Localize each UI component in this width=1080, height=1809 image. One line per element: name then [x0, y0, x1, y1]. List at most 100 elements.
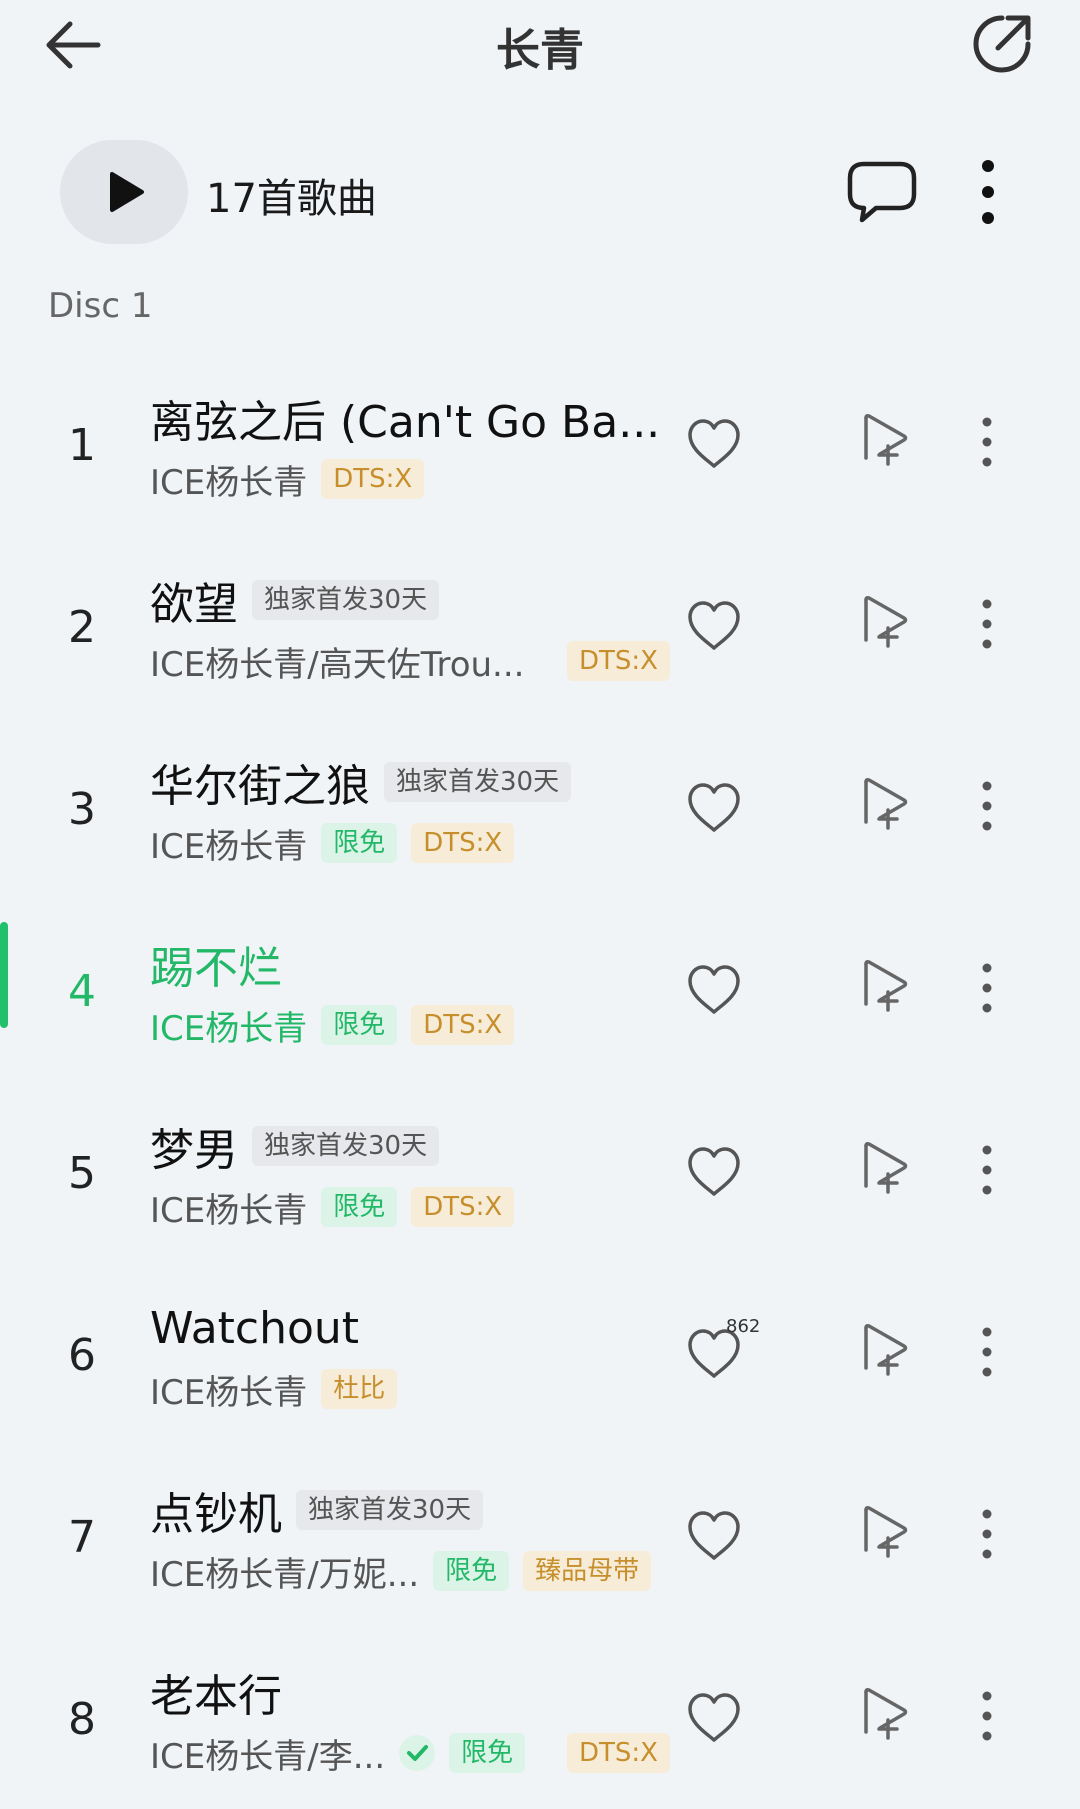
song-more-button[interactable] — [972, 1140, 1002, 1200]
free-badge: 限免 — [321, 1187, 398, 1227]
more-vertical-icon — [982, 781, 992, 831]
add-to-playlist-button[interactable] — [858, 776, 910, 832]
song-more-button[interactable] — [972, 412, 1002, 472]
dolby-badge: 杜比 — [321, 1369, 398, 1409]
add-to-playlist-button[interactable] — [858, 412, 910, 468]
back-button[interactable] — [40, 10, 110, 80]
song-artist: ICE杨长青 — [150, 462, 308, 503]
song-title-line: Watchout — [150, 1300, 359, 1356]
song-more-button[interactable] — [972, 1504, 1002, 1564]
song-more-button[interactable] — [972, 1686, 1002, 1746]
song-title-line: 欲望 独家首发30天 — [150, 572, 440, 630]
like-button[interactable] — [684, 780, 744, 836]
check-icon — [399, 1735, 436, 1771]
exclusive-badge: 独家首发30天 — [252, 1126, 440, 1166]
add-to-playlist-icon — [864, 1324, 908, 1376]
share-button[interactable] — [968, 8, 1038, 78]
add-to-playlist-icon — [864, 1688, 908, 1740]
song-row[interactable]: 2 欲望 独家首发30天 ICE杨长青/高天佐Trou... DTS:X — [0, 534, 1080, 716]
song-more-button[interactable] — [972, 1322, 1002, 1382]
add-to-playlist-button[interactable] — [858, 1140, 910, 1196]
add-to-playlist-button[interactable] — [858, 1504, 910, 1560]
song-subtitle-line: ICE杨长青 限免 DTS:X — [150, 1184, 670, 1231]
song-subtitle-line: ICE杨长青 DTS:X — [150, 456, 670, 503]
more-vertical-icon — [982, 599, 992, 649]
track-number: 5 — [68, 1148, 96, 1199]
song-row[interactable]: 8 老本行 ICE杨长青/李... 限免 DTS:X — [0, 1626, 1080, 1808]
track-number: 2 — [68, 602, 96, 653]
heart-outline-icon — [688, 419, 740, 468]
dts-badge: DTS:X — [321, 459, 425, 499]
play-all-button[interactable] — [60, 140, 188, 244]
like-button[interactable] — [684, 1508, 744, 1564]
master-badge: 臻品母带 — [523, 1551, 652, 1591]
add-to-playlist-button[interactable] — [858, 958, 910, 1014]
like-button[interactable] — [684, 1144, 744, 1200]
heart-outline-icon — [688, 1147, 740, 1196]
add-to-playlist-icon — [864, 960, 908, 1012]
add-to-playlist-button[interactable] — [858, 594, 910, 650]
song-more-button[interactable] — [972, 594, 1002, 654]
track-number: 3 — [68, 784, 96, 835]
dts-badge: DTS:X — [411, 823, 515, 863]
add-to-playlist-icon — [864, 1506, 908, 1558]
song-title: 华尔街之狼 — [150, 761, 370, 812]
exclusive-badge: 独家首发30天 — [384, 762, 572, 802]
song-row[interactable]: 4 踢不烂 ICE杨长青 限免 DTS:X — [0, 898, 1080, 1080]
free-badge: 限免 — [449, 1733, 526, 1773]
like-button[interactable] — [684, 962, 744, 1018]
song-title-line: 踢不烂 — [150, 936, 282, 994]
like-count: 862 — [726, 1316, 761, 1337]
song-artist: ICE杨长青/李... — [150, 1736, 386, 1777]
song-row[interactable]: 7 点钞机 独家首发30天 ICE杨长青/万妮... 限免 臻品母带 — [0, 1444, 1080, 1626]
song-artist: ICE杨长青 — [150, 1372, 308, 1413]
exclusive-badge: 独家首发30天 — [296, 1490, 484, 1530]
song-title-line: 华尔街之狼 独家首发30天 — [150, 754, 572, 812]
song-more-button[interactable] — [972, 776, 1002, 836]
song-title: 点钞机 — [150, 1489, 282, 1540]
disc-label: Disc 1 — [48, 286, 153, 326]
add-to-playlist-button[interactable] — [858, 1686, 910, 1742]
song-artist: ICE杨长青 — [150, 1190, 308, 1231]
like-button[interactable] — [684, 598, 744, 654]
more-vertical-icon — [982, 1327, 992, 1377]
add-to-playlist-icon — [864, 414, 908, 466]
heart-outline-icon — [688, 783, 740, 832]
more-vertical-icon — [982, 963, 992, 1013]
top-bar: 长青 — [0, 0, 1080, 90]
song-count: 17首歌曲 — [206, 176, 377, 222]
song-artist: ICE杨长青 — [150, 826, 308, 867]
song-subtitle-line: ICE杨长青 限免 DTS:X — [150, 1002, 670, 1049]
song-title: 踢不烂 — [150, 943, 282, 994]
add-to-playlist-button[interactable] — [858, 1322, 910, 1378]
track-number: 4 — [68, 966, 96, 1017]
song-row[interactable]: 5 梦男 独家首发30天 ICE杨长青 限免 DTS:X — [0, 1080, 1080, 1262]
like-button[interactable] — [684, 1690, 744, 1746]
more-options-button[interactable] — [956, 156, 1020, 228]
song-artist: ICE杨长青/万妮... — [150, 1554, 420, 1595]
more-vertical-icon — [982, 1509, 992, 1559]
song-row[interactable]: 1 离弦之后 (Can't Go Ba... ICE杨长青 DTS:X — [0, 352, 1080, 534]
heart-outline-icon — [688, 601, 740, 650]
song-row[interactable]: 3 华尔街之狼 独家首发30天 ICE杨长青 限免 DTS:X — [0, 716, 1080, 898]
song-artist: ICE杨长青 — [150, 1008, 308, 1049]
like-button[interactable] — [684, 416, 744, 472]
add-to-playlist-icon — [864, 596, 908, 648]
song-subtitle-line: ICE杨长青/高天佐Trou... DTS:X — [150, 638, 670, 685]
track-number: 8 — [68, 1694, 96, 1745]
add-to-playlist-icon — [864, 1142, 908, 1194]
song-title: 梦男 — [150, 1125, 238, 1176]
song-title-line: 点钞机 独家首发30天 — [150, 1482, 484, 1540]
song-title: 离弦之后 (Can't Go Ba... — [150, 397, 661, 448]
track-number: 1 — [68, 420, 96, 471]
comment-button[interactable] — [846, 156, 918, 228]
song-more-button[interactable] — [972, 958, 1002, 1018]
more-vertical-icon — [982, 417, 992, 467]
play-all-bar: 17首歌曲 — [0, 138, 1080, 248]
track-number: 7 — [68, 1512, 96, 1563]
song-row[interactable]: 6 Watchout ICE杨长青 杜比 862 — [0, 1262, 1080, 1444]
exclusive-badge: 独家首发30天 — [252, 580, 440, 620]
add-to-playlist-icon — [864, 778, 908, 830]
song-title: 欲望 — [150, 579, 238, 630]
share-external-icon — [973, 15, 1031, 73]
